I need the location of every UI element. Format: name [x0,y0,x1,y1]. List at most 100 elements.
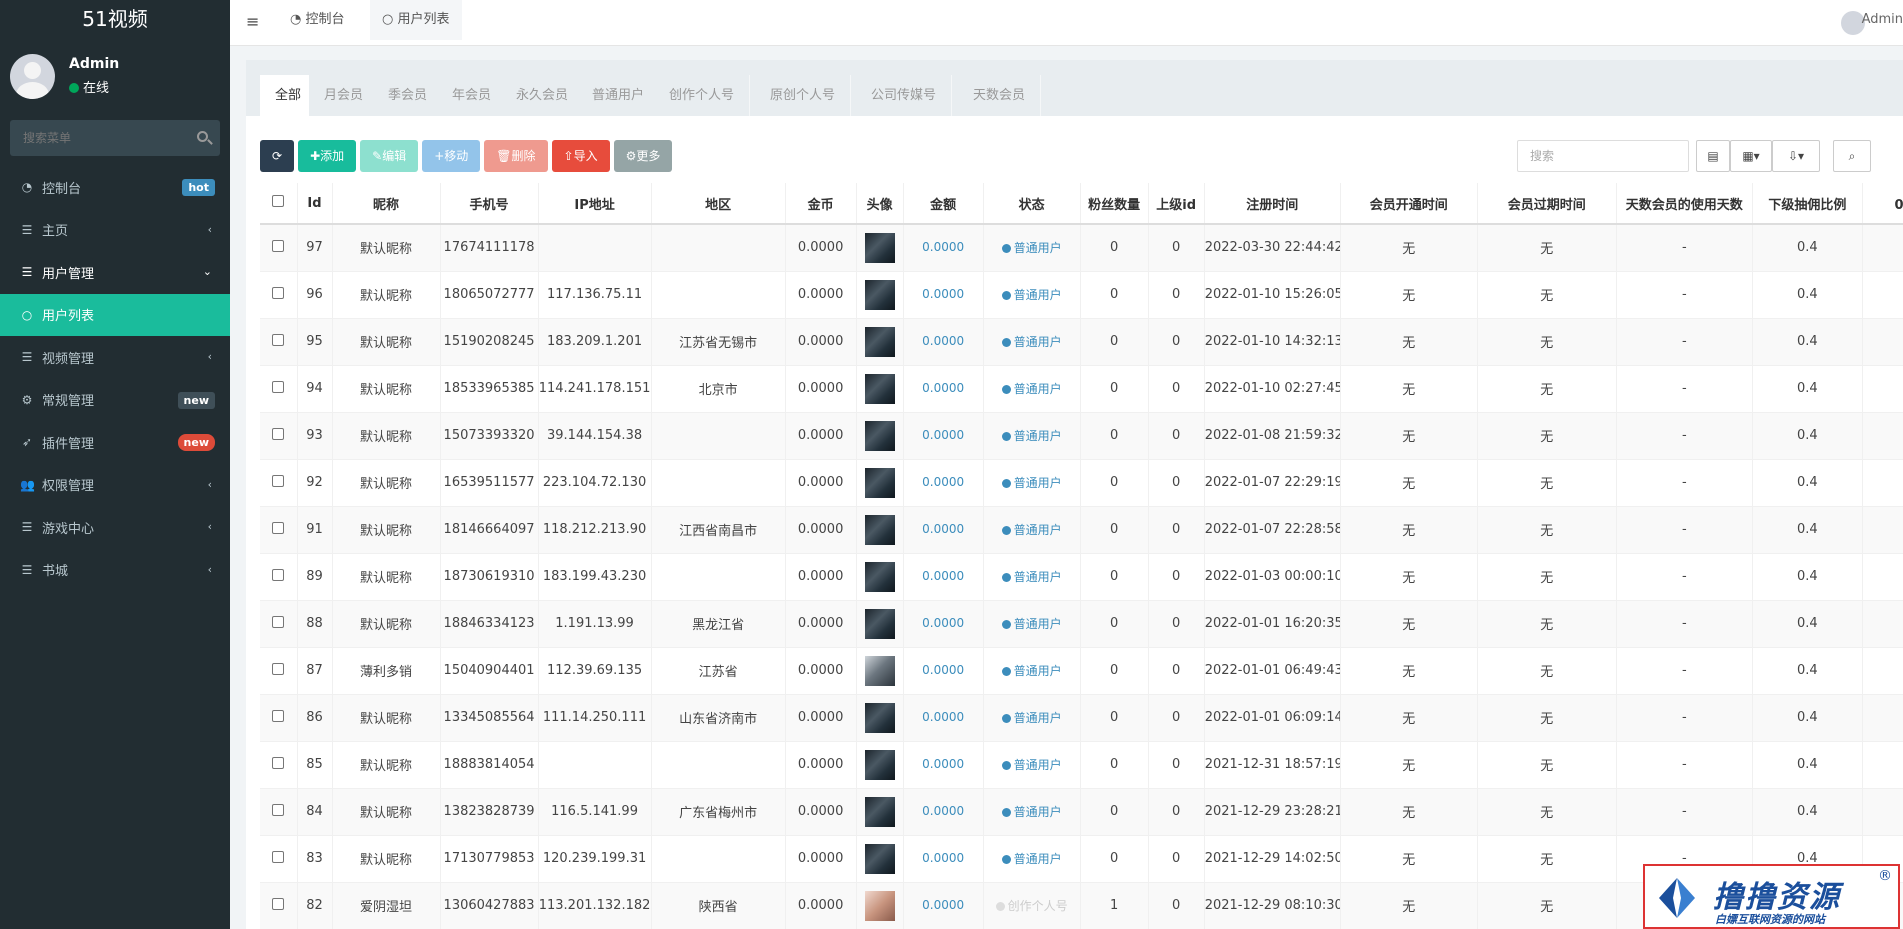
status-badge[interactable]: 普通用户 [1001,288,1062,302]
cell-status[interactable]: 普通用户 [983,412,1081,460]
user-avatar-image[interactable] [864,843,895,874]
sidebar-item-user-management[interactable]: ☰ 用户管理 ⌄ [0,251,230,294]
status-badge[interactable]: 创作个人号 [995,899,1068,913]
status-badge[interactable]: 普通用户 [1001,852,1062,866]
delete-button[interactable]: 🗑删除 [484,140,548,172]
col-stop[interactable]: 0=停 [1862,183,1903,225]
row-checkbox[interactable] [260,412,298,460]
cell-amount[interactable]: 0.0000 [903,318,984,366]
checkbox[interactable] [272,756,285,769]
col-register-time[interactable]: 注册时间 [1204,183,1341,225]
cell-avatar[interactable] [856,835,904,883]
col-nickname[interactable]: 昵称 [332,183,441,225]
table-row[interactable]: 89 默认昵称 18730619310 183.199.43.230 0.0000 0.0… [260,553,1903,601]
sidebar-item-plugins[interactable]: ➶ 插件管理 new [0,421,230,464]
user-avatar-image[interactable] [864,608,895,639]
user-avatar-image[interactable] [864,279,895,310]
tab-yearly[interactable]: 年会员 [437,75,508,116]
tab-company[interactable]: 公司传媒号 [856,75,953,116]
cell-amount[interactable]: 0.0000 [903,835,984,883]
col-vip-start[interactable]: 会员开通时间 [1340,183,1478,225]
row-checkbox[interactable] [260,271,298,319]
col-amount[interactable]: 金额 [903,183,984,225]
cell-avatar[interactable] [856,365,904,413]
amount-link[interactable]: 0.0000 [922,851,964,865]
status-badge[interactable]: 普通用户 [1001,241,1062,255]
checkbox[interactable] [272,615,285,628]
checkbox[interactable] [272,709,285,722]
tab-user-list[interactable]: ○ 用户列表 [370,0,462,40]
row-checkbox[interactable] [260,788,298,836]
cell-status[interactable]: 普通用户 [983,647,1081,695]
col-days-used[interactable]: 天数会员的使用天数 [1616,183,1753,225]
cell-status[interactable]: 普通用户 [983,694,1081,742]
tab-permanent[interactable]: 永久会员 [501,75,585,116]
row-checkbox[interactable] [260,835,298,883]
col-fans[interactable]: 粉丝数量 [1080,183,1149,225]
cell-amount[interactable]: 0.0000 [903,412,984,460]
top-user-name[interactable]: Admin [1862,12,1903,27]
cell-avatar[interactable] [856,788,904,836]
sidebar-item-home[interactable]: ☰ 主页 ‹ [0,209,230,252]
amount-link[interactable]: 0.0000 [922,428,964,442]
user-avatar-image[interactable] [864,420,895,451]
checkbox[interactable] [272,239,285,252]
row-checkbox[interactable] [260,224,298,272]
checkbox[interactable] [272,427,285,440]
row-checkbox[interactable] [260,459,298,507]
amount-link[interactable]: 0.0000 [922,475,964,489]
checkbox[interactable] [272,803,285,816]
cell-status[interactable]: 普通用户 [983,553,1081,601]
status-badge[interactable]: 普通用户 [1001,523,1062,537]
checkbox[interactable] [272,521,285,534]
amount-link[interactable]: 0.0000 [922,287,964,301]
user-avatar-image[interactable] [864,749,895,780]
status-badge[interactable]: 普通用户 [1001,429,1062,443]
amount-link[interactable]: 0.0000 [922,710,964,724]
checkbox[interactable] [272,380,285,393]
search-icon[interactable] [197,131,208,142]
table-row[interactable]: 86 默认昵称 13345085564 111.14.250.111 山东省济南市 0.0… [260,694,1903,742]
cell-amount[interactable]: 0.0000 [903,506,984,554]
export-button[interactable]: ⇩▾ [1772,140,1820,172]
tab-monthly[interactable]: 月会员 [309,75,380,116]
sidebar-item-permissions[interactable]: 👥 权限管理 ‹ [0,464,230,507]
cell-avatar[interactable] [856,224,904,272]
amount-link[interactable]: 0.0000 [922,240,964,254]
tab-normal[interactable]: 普通用户 [577,75,661,116]
cell-status[interactable]: 普通用户 [983,224,1081,272]
table-row[interactable]: 88 默认昵称 18846334123 1.191.13.99 黑龙江省 0.0000 0.… [260,600,1903,648]
status-badge[interactable]: 普通用户 [1001,711,1062,725]
checkbox[interactable] [272,333,285,346]
table-row[interactable]: 85 默认昵称 18883814054 0.0000 0.0000 普通用户 0 0 2021-… [260,741,1903,789]
sidebar-item-general[interactable]: ⚙ 常规管理 new [0,379,230,422]
checkbox[interactable] [272,662,285,675]
cell-avatar[interactable] [856,412,904,460]
status-badge[interactable]: 普通用户 [1001,758,1062,772]
user-avatar-image[interactable] [864,796,895,827]
cell-avatar[interactable] [856,459,904,507]
amount-link[interactable]: 0.0000 [922,663,964,677]
cell-status[interactable]: 普通用户 [983,459,1081,507]
tab-creator[interactable]: 创作个人号 [654,75,751,116]
row-checkbox[interactable] [260,506,298,554]
cell-status[interactable]: 普通用户 [983,788,1081,836]
user-avatar-image[interactable] [864,232,895,263]
col-phone[interactable]: 手机号 [440,183,539,225]
cell-amount[interactable]: 0.0000 [903,647,984,695]
cell-status[interactable]: 普通用户 [983,600,1081,648]
col-parent-id[interactable]: 上级id [1148,183,1205,225]
import-button[interactable]: ⇧导入 [551,140,610,172]
checkbox[interactable] [272,897,285,910]
cell-status[interactable]: 普通用户 [983,506,1081,554]
user-avatar-image[interactable] [864,514,895,545]
row-checkbox[interactable] [260,647,298,695]
amount-link[interactable]: 0.0000 [922,334,964,348]
row-checkbox[interactable] [260,600,298,648]
amount-link[interactable]: 0.0000 [922,898,964,912]
tab-days[interactable]: 天数会员 [958,75,1042,116]
cell-status[interactable]: 普通用户 [983,365,1081,413]
col-coins[interactable]: 金币 [785,183,857,225]
cell-amount[interactable]: 0.0000 [903,224,984,272]
cell-avatar[interactable] [856,553,904,601]
